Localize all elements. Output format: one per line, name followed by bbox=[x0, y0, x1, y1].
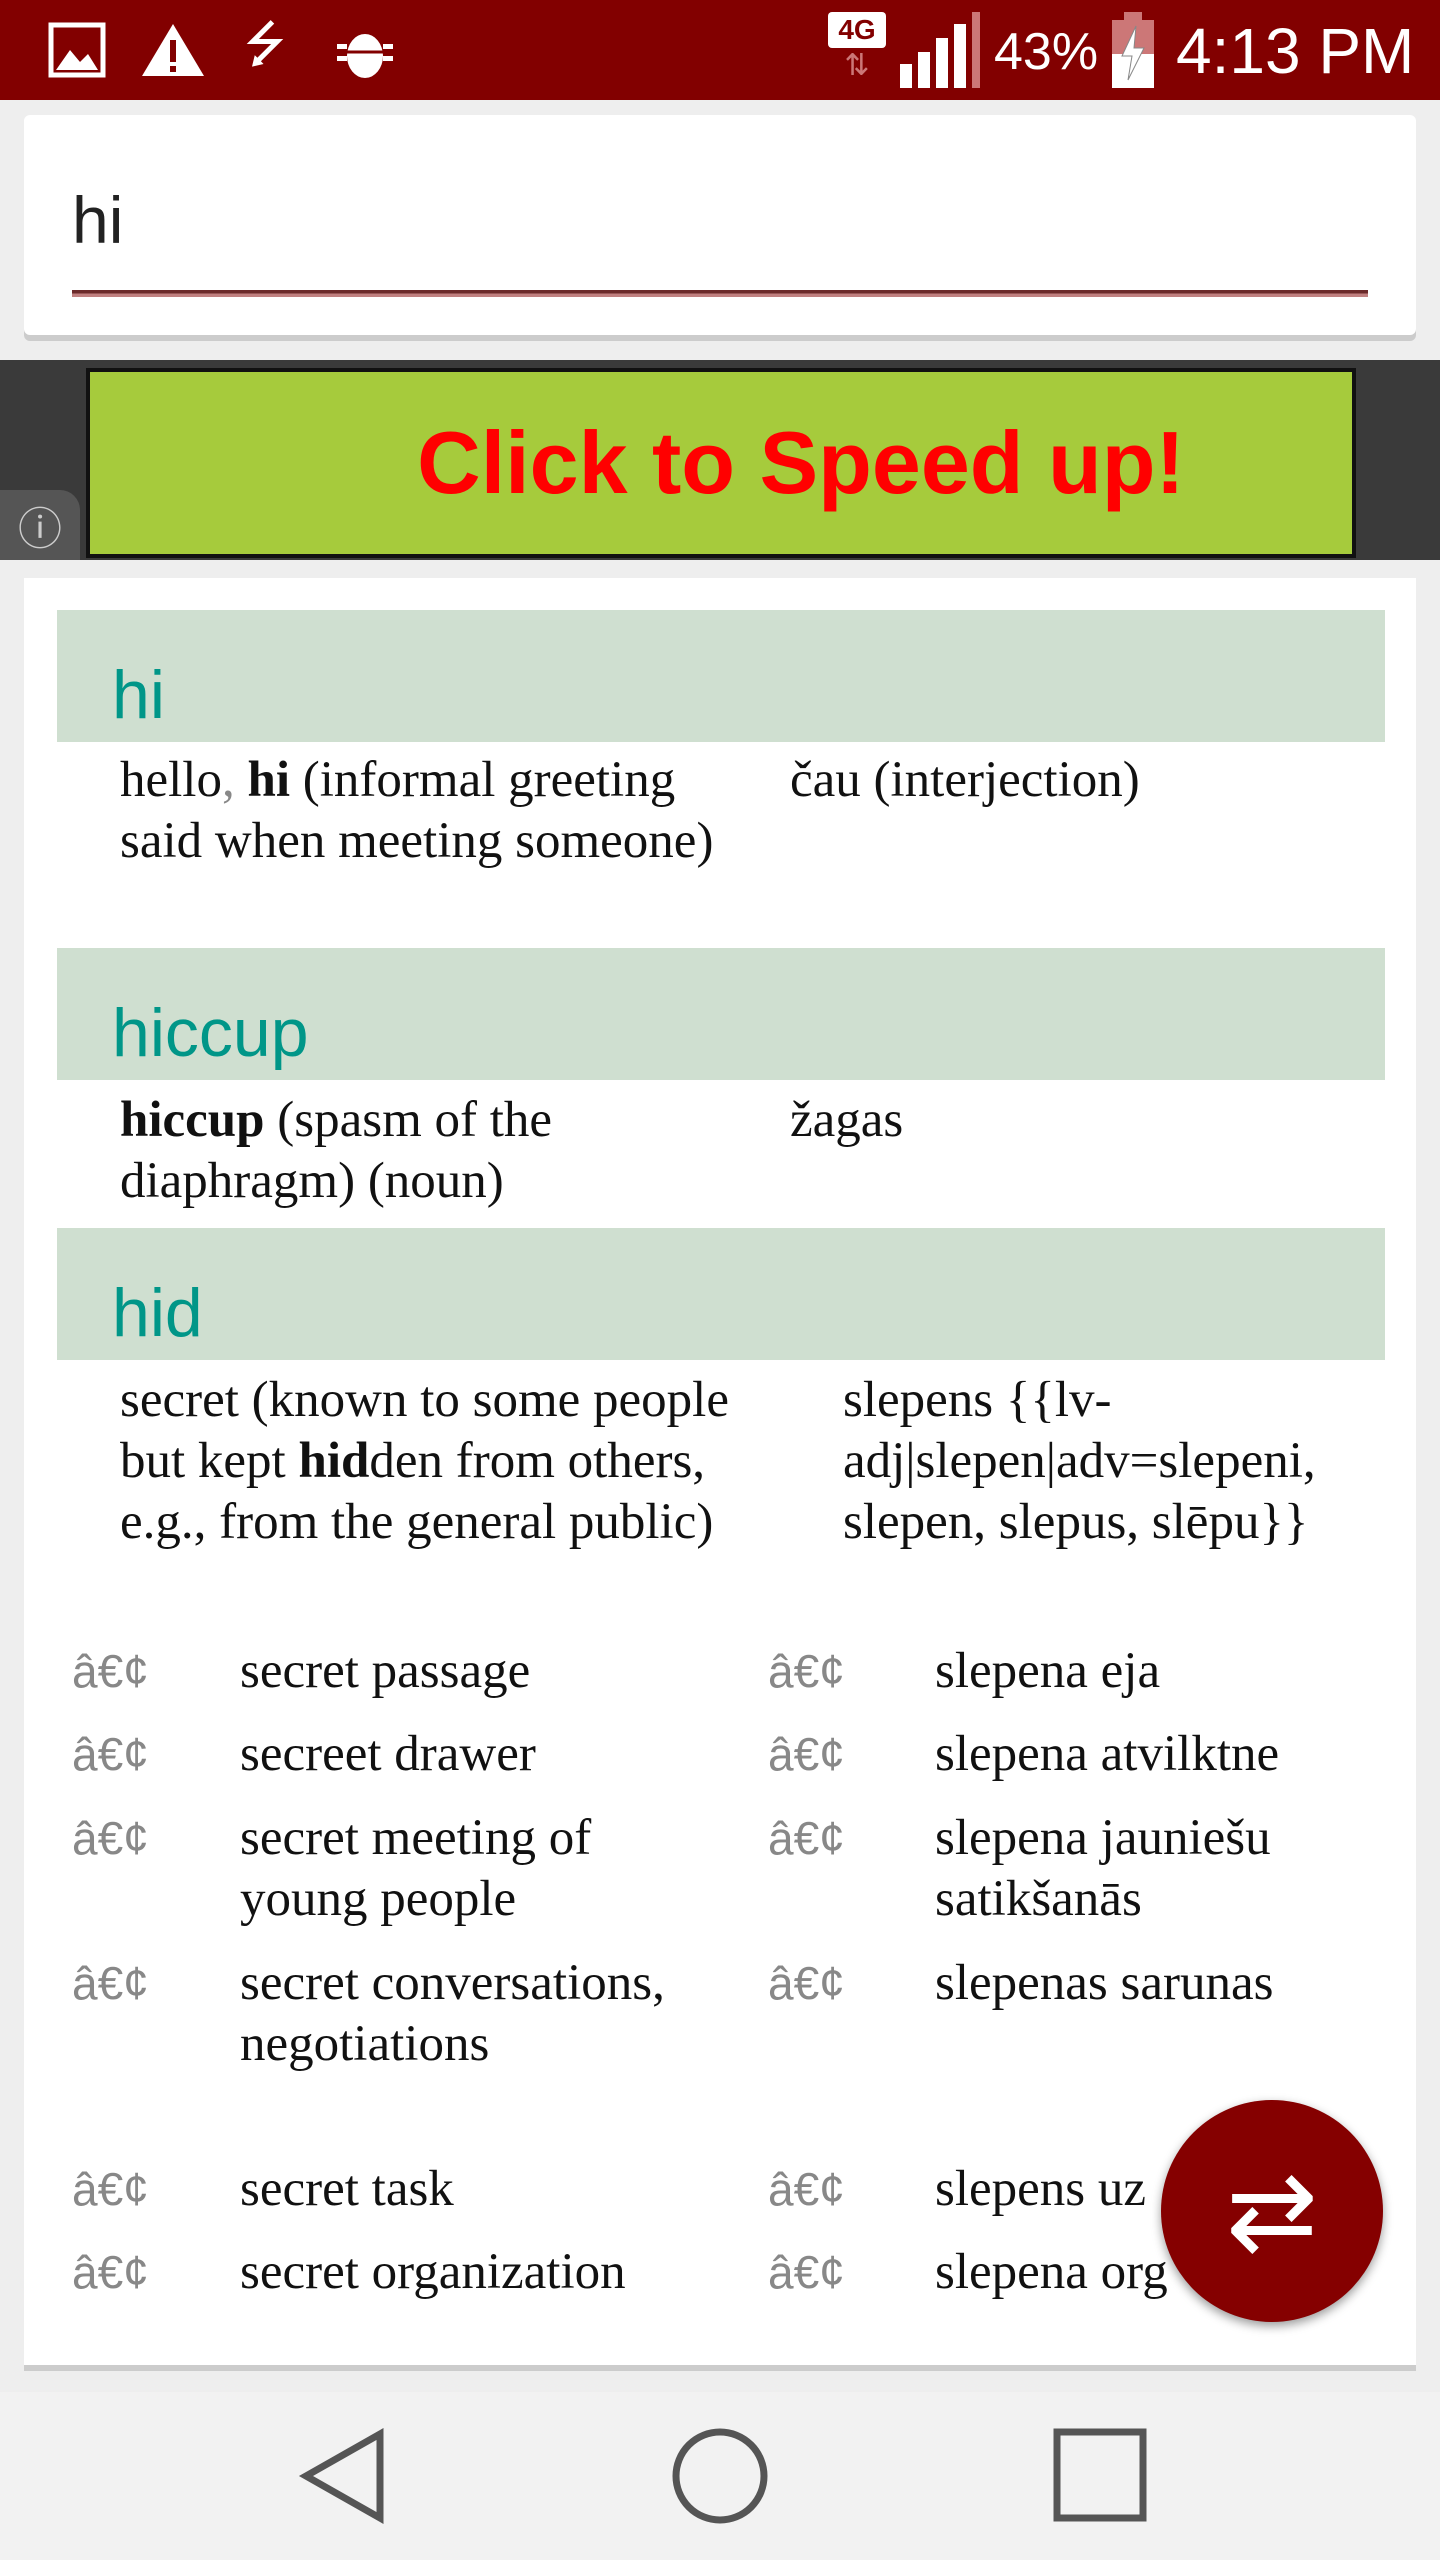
bullet-icon: â€¢ bbox=[72, 1957, 149, 2009]
bug-icon bbox=[330, 20, 400, 80]
bullet-icon: â€¢ bbox=[768, 2163, 845, 2215]
example-en: secret meeting of young people bbox=[240, 1810, 592, 1927]
swap-language-button[interactable]: ⇄ bbox=[1161, 2100, 1383, 2322]
bullet-icon: â€¢ bbox=[768, 1728, 845, 1780]
ad-banner: Click to Speed up! ⓘ bbox=[0, 360, 1440, 560]
image-icon bbox=[46, 20, 108, 80]
navigation-bar bbox=[0, 2392, 1440, 2560]
status-bar: ⭍ 4G ⇅ 43% 4:13 PM bbox=[0, 0, 1440, 100]
warning-icon bbox=[138, 20, 208, 80]
entry-definition: hello, hi (informal greeting said when m… bbox=[120, 752, 714, 869]
swap-icon: ⇄ bbox=[1225, 2150, 1319, 2273]
example-lv: slepenas sarunas bbox=[935, 1955, 1274, 2011]
usb-icon: ⭍ bbox=[244, 15, 286, 72]
results-card: hi hello, hi (informal greeting said whe… bbox=[24, 578, 1416, 2365]
battery-charging-icon bbox=[1110, 12, 1156, 93]
entry-translation: čau (interjection) bbox=[790, 752, 1140, 808]
headword-hid[interactable]: hid bbox=[57, 1228, 1385, 1360]
bullet-icon: â€¢ bbox=[72, 1645, 149, 1697]
search-underline bbox=[72, 290, 1368, 297]
ad-speed-up-button[interactable]: Click to Speed up! bbox=[86, 368, 1356, 558]
example-en: secret conversations, negotiations bbox=[240, 1955, 665, 2072]
headword-hiccup[interactable]: hiccup bbox=[57, 948, 1385, 1080]
example-en: secreet drawer bbox=[240, 1726, 536, 1782]
bullet-icon: â€¢ bbox=[72, 1812, 149, 1864]
example-en: secret task bbox=[240, 2161, 454, 2217]
example-en: secret passage bbox=[240, 1643, 531, 1699]
battery-percent: 43% bbox=[994, 23, 1099, 81]
example-lv: slepena atvilktne bbox=[935, 1726, 1280, 1782]
recents-button[interactable] bbox=[1045, 2426, 1155, 2526]
signal-icon bbox=[900, 12, 984, 93]
headword-hi[interactable]: hi bbox=[57, 610, 1385, 742]
bullet-icon: â€¢ bbox=[72, 1728, 149, 1780]
example-en: secret organization bbox=[240, 2244, 626, 2300]
example-lv: slepena jauniešu satikšanās bbox=[935, 1810, 1271, 1927]
bullet-icon: â€¢ bbox=[72, 2163, 149, 2215]
example-lv: slepena eja bbox=[935, 1643, 1161, 1699]
entry-definition: secret (known to some people but kept hi… bbox=[120, 1372, 729, 1550]
home-icon bbox=[672, 2428, 768, 2524]
search-card bbox=[24, 115, 1416, 335]
entry-translation: slepens {{lv-adj|slepen|adv=slepeni, sle… bbox=[843, 1372, 1316, 1550]
back-button[interactable] bbox=[290, 2426, 400, 2526]
entry-translation: žagas bbox=[790, 1092, 904, 1148]
bullet-icon: â€¢ bbox=[768, 1812, 845, 1864]
bullet-icon: â€¢ bbox=[768, 1957, 845, 2009]
recents-icon bbox=[1053, 2428, 1147, 2522]
4g-icon: 4G ⇅ bbox=[828, 12, 886, 88]
bullet-icon: â€¢ bbox=[72, 2246, 149, 2298]
search-input[interactable] bbox=[72, 165, 1372, 275]
ad-info-icon[interactable]: ⓘ bbox=[0, 490, 80, 560]
bullet-icon: â€¢ bbox=[768, 1645, 845, 1697]
home-button[interactable] bbox=[665, 2426, 775, 2526]
clock: 4:13 PM bbox=[1176, 15, 1415, 87]
back-icon bbox=[298, 2427, 384, 2525]
bullet-icon: â€¢ bbox=[768, 2246, 845, 2298]
entry-definition: hiccup (spasm of the diaphragm) (noun) bbox=[120, 1092, 553, 1209]
